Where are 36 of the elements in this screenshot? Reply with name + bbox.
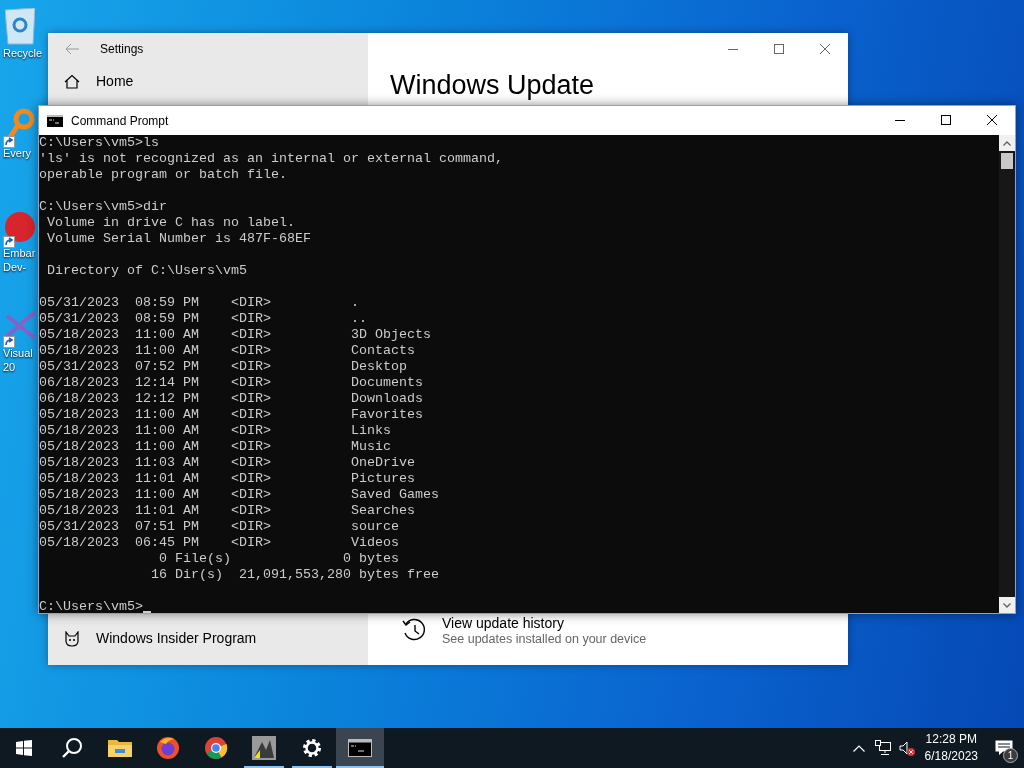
link-title[interactable]: View update history xyxy=(442,615,647,631)
console-line: 06/18/2023 12:12 PM <DIR> Downloads xyxy=(39,391,423,407)
console-line: 05/31/2023 08:59 PM <DIR> . xyxy=(39,295,359,311)
console-line: 05/18/2023 06:45 PM <DIR> Videos xyxy=(39,535,399,551)
console-line: 05/18/2023 11:00 AM <DIR> 3D Objects xyxy=(39,327,431,343)
console-line: 0 File(s) 0 bytes xyxy=(157,551,399,567)
window-title: Command Prompt xyxy=(71,112,170,130)
notification-count: 1 xyxy=(1003,748,1018,763)
notifications-button[interactable]: 1 xyxy=(984,728,1024,768)
console-line: 05/18/2023 11:00 AM <DIR> Contacts xyxy=(39,343,415,359)
console-line: Volume in drive C has no label. xyxy=(46,215,295,231)
link-description: See updates installed on your device xyxy=(442,631,647,647)
clock-button[interactable]: 12:28 PM 6/18/2023 xyxy=(918,731,984,765)
console-line: C:\Users\vm5>ls xyxy=(39,135,159,151)
console-line: C:\Users\vm5>dir xyxy=(39,199,167,215)
console-line: 05/18/2023 11:03 AM <DIR> OneDrive xyxy=(39,455,415,471)
console-line: 05/31/2023 07:51 PM <DIR> source xyxy=(39,519,399,535)
console-line: Volume Serial Number is 487F-68EF xyxy=(46,231,311,247)
window-title: Settings xyxy=(100,41,144,58)
console-line: 05/18/2023 11:00 AM <DIR> Favorites xyxy=(39,407,423,423)
console-line: C:\Users\vm5> xyxy=(39,599,143,615)
console-line: 05/18/2023 11:00 AM <DIR> Music xyxy=(39,439,391,455)
console-line: 05/18/2023 11:01 AM <DIR> Pictures xyxy=(39,471,415,487)
console-line: 05/31/2023 08:59 PM <DIR> .. xyxy=(39,311,367,327)
console-line: Directory of C:\Users\vm5 xyxy=(46,263,247,279)
console-line: 05/18/2023 11:00 AM <DIR> Links xyxy=(39,423,391,439)
nav-item[interactable]: Home xyxy=(48,65,368,98)
console-line: 16 Dir(s) 21,091,553,280 bytes free xyxy=(149,567,439,583)
console-line: 05/31/2023 07:52 PM <DIR> Desktop xyxy=(39,359,407,375)
console-line: 06/18/2023 12:14 PM <DIR> Documents xyxy=(39,375,423,391)
console-line: 05/18/2023 11:00 AM <DIR> Saved Games xyxy=(39,487,439,503)
page-heading: Windows Update xyxy=(390,69,596,101)
console-line: operable program or batch file. xyxy=(39,167,287,183)
nav-item[interactable]: Windows Insider Program xyxy=(48,622,368,655)
console-line: 'ls' is not recognized as an internal or external command, xyxy=(39,151,503,167)
console-line: 05/18/2023 11:01 AM <DIR> Searches xyxy=(39,503,415,519)
